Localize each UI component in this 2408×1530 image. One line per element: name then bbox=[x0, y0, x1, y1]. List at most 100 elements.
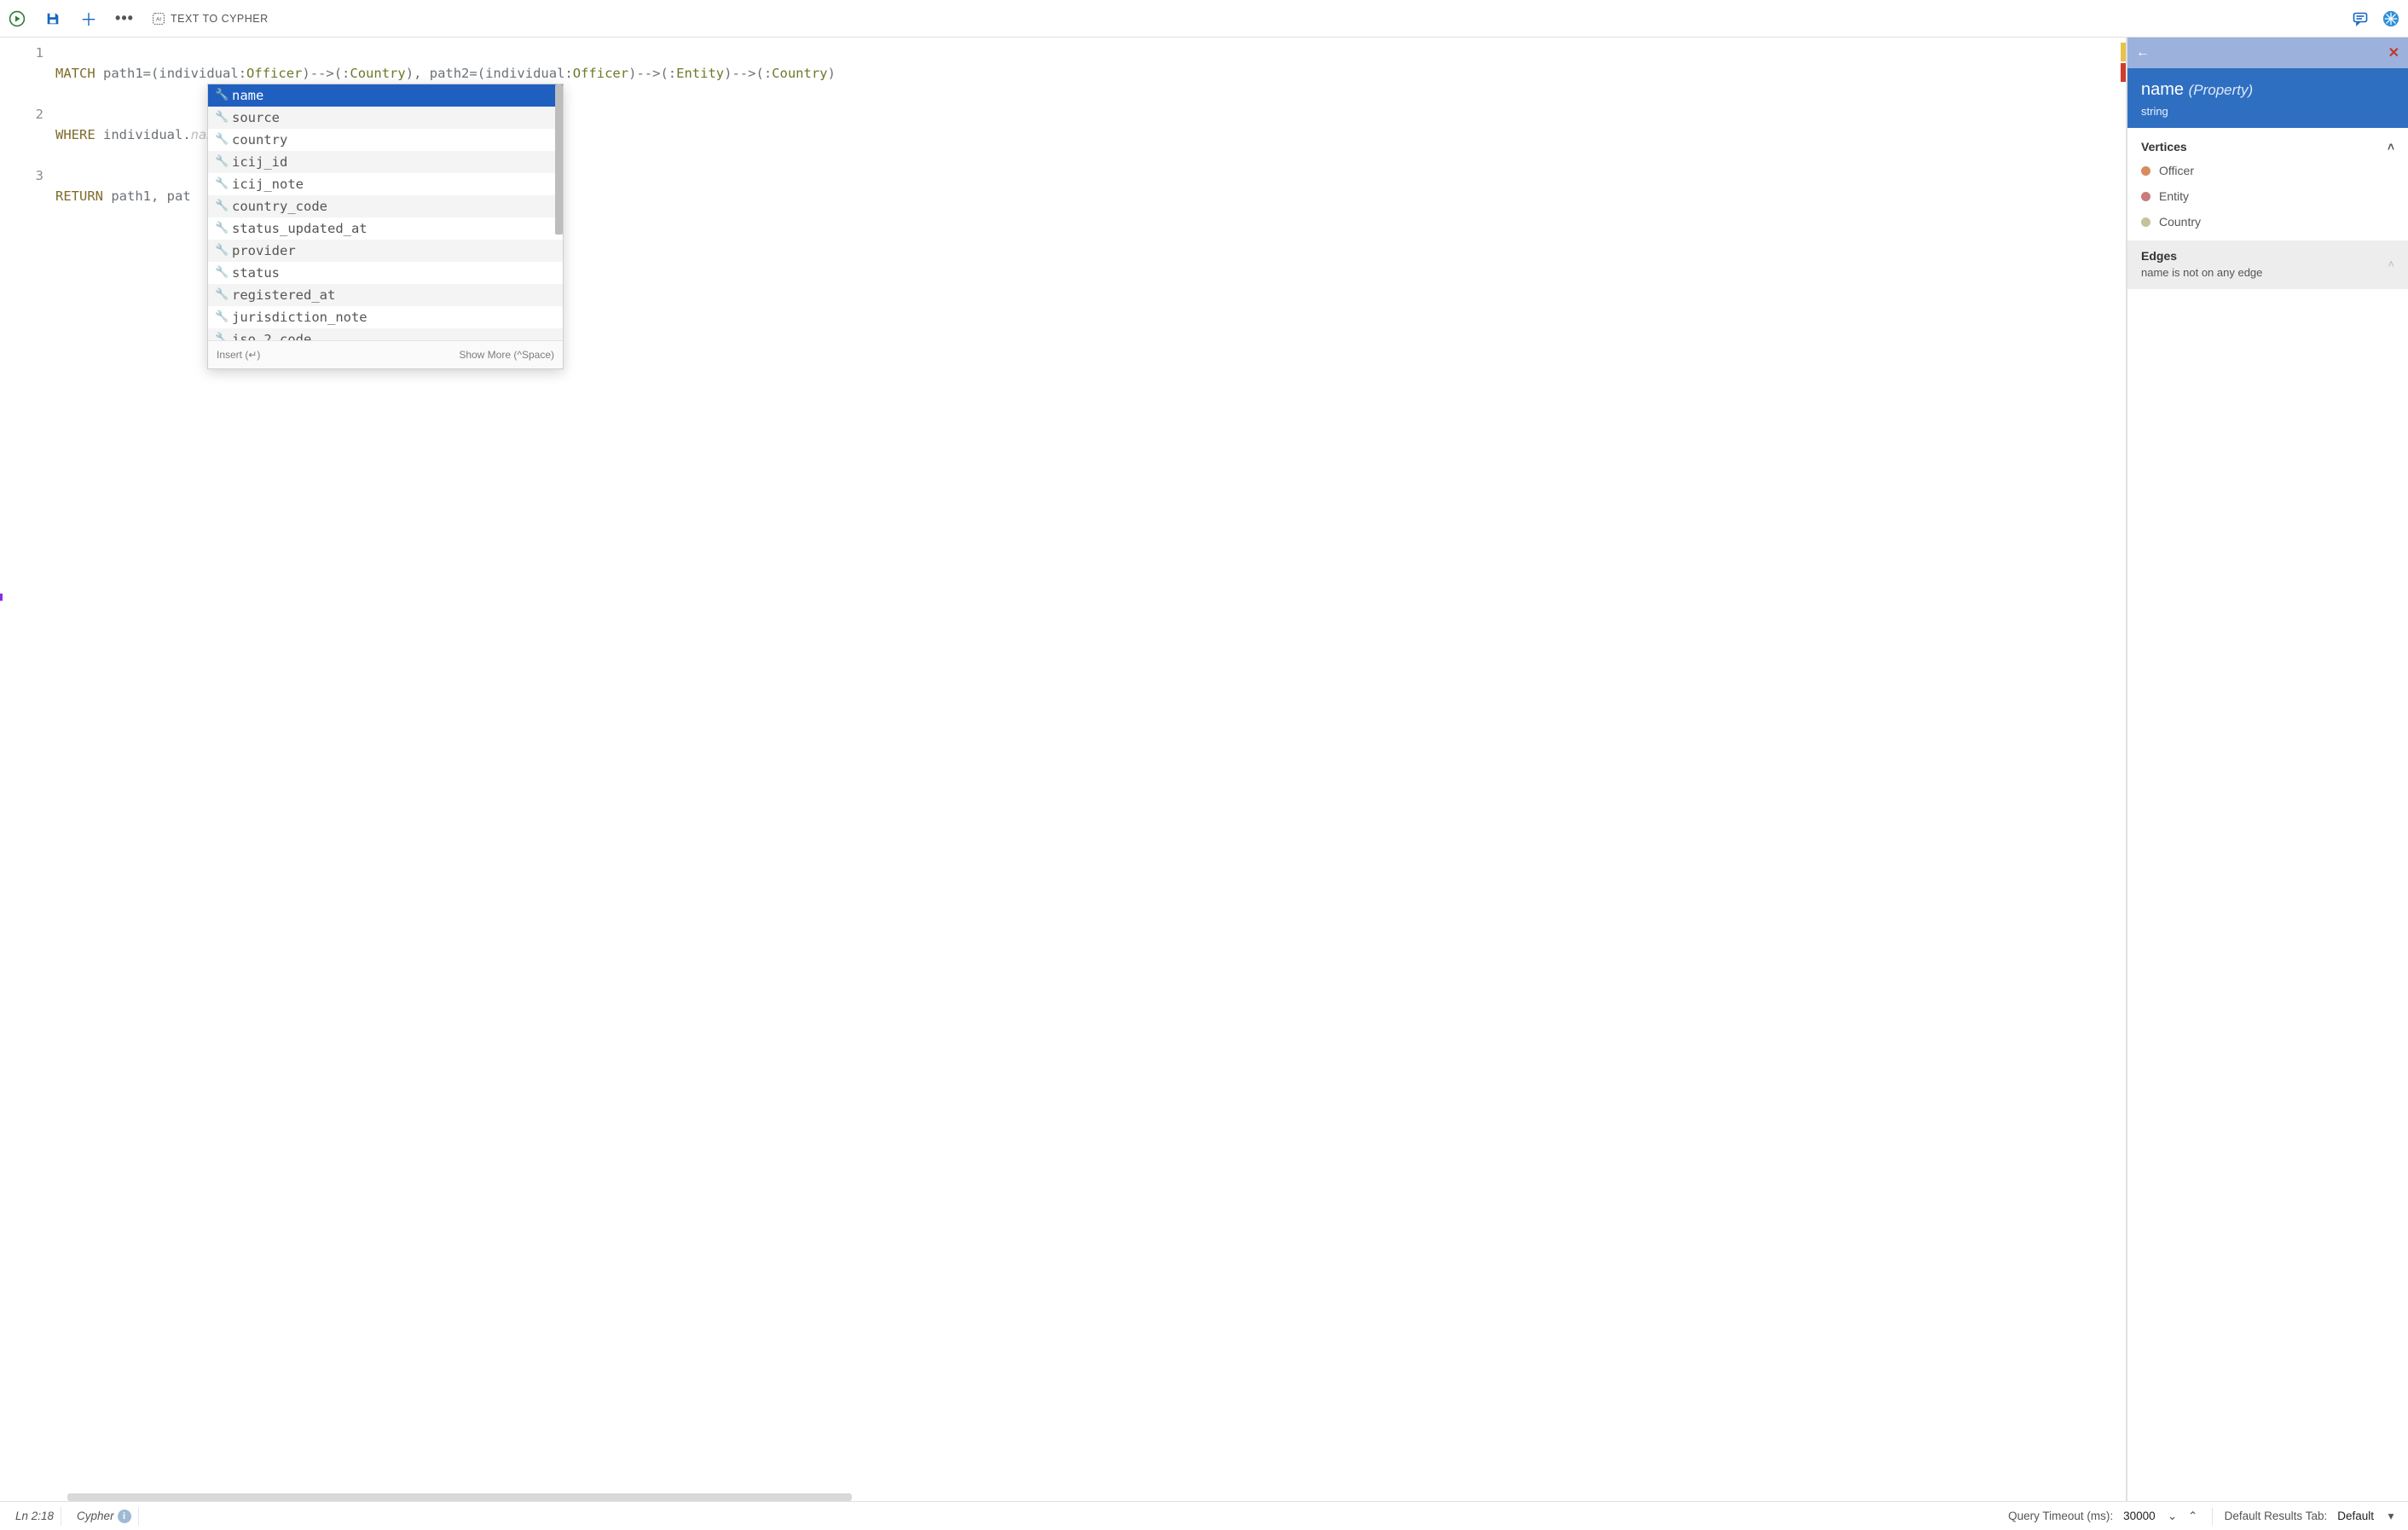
line-number: 3 bbox=[6, 165, 55, 227]
property-icon: 🔧 bbox=[215, 152, 227, 172]
autocomplete-item[interactable]: 🔧country_code bbox=[208, 195, 563, 217]
autocomplete-item-label: name bbox=[232, 85, 263, 106]
autocomplete-hint-insert: Insert (↵) bbox=[217, 345, 260, 365]
autocomplete-item[interactable]: 🔧status bbox=[208, 262, 563, 284]
chevron-up-icon: ˄ bbox=[2388, 140, 2394, 154]
edges-title: Edges bbox=[2141, 249, 2262, 263]
vertex-color-dot bbox=[2141, 192, 2150, 201]
property-panel-topbar: ← ✕ bbox=[2127, 38, 2408, 68]
status-bar: Ln 2:18 Cypher i Query Timeout (ms): 300… bbox=[0, 1501, 2408, 1530]
chevron-down-icon[interactable]: ⌄ bbox=[2166, 1510, 2179, 1523]
graph-icon[interactable] bbox=[2382, 10, 2399, 27]
divider bbox=[2212, 1508, 2213, 1525]
more-menu-button[interactable]: ••• bbox=[116, 10, 133, 27]
autocomplete-list: 🔧name 🔧source 🔧country 🔧icij_id 🔧icij_no… bbox=[208, 84, 563, 340]
warning-marker bbox=[2121, 43, 2126, 61]
property-title: name (Property) bbox=[2141, 80, 2394, 100]
autocomplete-item[interactable]: 🔧provider bbox=[208, 240, 563, 262]
property-icon: 🔧 bbox=[215, 285, 227, 305]
property-icon: 🔧 bbox=[215, 263, 227, 283]
autocomplete-footer: Insert (↵) Show More (^Space) bbox=[208, 340, 563, 368]
new-button[interactable]: ＋ bbox=[80, 10, 97, 27]
property-icon: 🔧 bbox=[215, 85, 227, 106]
autocomplete-item[interactable]: 🔧registered_at bbox=[208, 284, 563, 306]
vertices-title: Vertices bbox=[2141, 140, 2187, 154]
property-icon: 🔧 bbox=[215, 218, 227, 239]
property-panel-header: name (Property) string bbox=[2127, 68, 2408, 128]
edges-note: name is not on any edge bbox=[2141, 266, 2262, 279]
property-icon: 🔧 bbox=[215, 107, 227, 128]
property-icon: 🔧 bbox=[215, 241, 227, 261]
edges-section[interactable]: Edges name is not on any edge ˄ bbox=[2127, 241, 2408, 289]
close-button[interactable]: ✕ bbox=[2388, 44, 2399, 61]
autocomplete-item-label: status_updated_at bbox=[232, 218, 368, 239]
vertex-label: Entity bbox=[2159, 189, 2189, 203]
language-mode[interactable]: Cypher i bbox=[70, 1507, 139, 1526]
autocomplete-item[interactable]: 🔧source bbox=[208, 107, 563, 129]
property-icon: 🔧 bbox=[215, 196, 227, 217]
main-area: 1 MATCH path1=(individual:Officer)-->(:C… bbox=[0, 38, 2408, 1501]
autocomplete-item-label: country_code bbox=[232, 196, 327, 217]
vertex-color-dot bbox=[2141, 166, 2150, 176]
chevron-up-icon[interactable]: ⌃ bbox=[2186, 1510, 2200, 1523]
editor-panel: 1 MATCH path1=(individual:Officer)-->(:C… bbox=[6, 38, 2127, 1501]
left-gutter-stripe bbox=[0, 38, 6, 1501]
text-to-cypher-button[interactable]: AI TEXT TO CYPHER bbox=[152, 12, 269, 26]
autocomplete-item[interactable]: 🔧name bbox=[208, 84, 563, 107]
query-timeout-value[interactable]: 30000 bbox=[2120, 1510, 2159, 1522]
autocomplete-item[interactable]: 🔧status_updated_at bbox=[208, 217, 563, 240]
text-to-cypher-label: TEXT TO CYPHER bbox=[171, 13, 269, 25]
autocomplete-item[interactable]: 🔧 iso_2_code bbox=[208, 328, 563, 340]
query-timeout-label: Query Timeout (ms): bbox=[2008, 1510, 2113, 1522]
save-button[interactable] bbox=[44, 10, 61, 27]
toolbar: ＋ ••• AI TEXT TO CYPHER bbox=[0, 0, 2408, 38]
autocomplete-item-label: status bbox=[232, 263, 280, 283]
ai-icon: AI bbox=[152, 12, 165, 26]
chevron-up-icon: ˄ bbox=[2388, 258, 2394, 270]
error-marker bbox=[2121, 63, 2126, 82]
vertex-item[interactable]: Officer bbox=[2141, 164, 2394, 177]
autocomplete-item-label: country bbox=[232, 130, 287, 150]
autocomplete-item-label: provider bbox=[232, 241, 296, 261]
autocomplete-item[interactable]: 🔧jurisdiction_note bbox=[208, 306, 563, 328]
vertex-label: Country bbox=[2159, 215, 2201, 229]
autocomplete-item[interactable]: 🔧country bbox=[208, 129, 563, 151]
horizontal-scrollbar[interactable] bbox=[6, 1493, 2126, 1501]
autocomplete-item-label: registered_at bbox=[232, 285, 335, 305]
comments-icon[interactable] bbox=[2352, 10, 2369, 27]
scrollbar-thumb[interactable] bbox=[555, 84, 563, 235]
results-tab-value[interactable]: Default bbox=[2334, 1510, 2377, 1522]
property-icon: 🔧 bbox=[215, 329, 227, 340]
line-number: 1 bbox=[6, 43, 55, 104]
code-editor[interactable]: 1 MATCH path1=(individual:Officer)-->(:C… bbox=[6, 38, 2126, 1493]
run-button[interactable] bbox=[9, 10, 26, 27]
cursor-position: Ln 2:18 bbox=[9, 1507, 61, 1526]
info-icon[interactable]: i bbox=[118, 1510, 131, 1523]
vertex-color-dot bbox=[2141, 217, 2150, 227]
vertex-item[interactable]: Country bbox=[2141, 215, 2394, 229]
line-number: 2 bbox=[6, 104, 55, 165]
property-icon: 🔧 bbox=[215, 307, 227, 327]
property-icon: 🔧 bbox=[215, 174, 227, 194]
results-tab-label: Default Results Tab: bbox=[2225, 1510, 2328, 1522]
autocomplete-item-label: source bbox=[232, 107, 280, 128]
back-button[interactable]: ← bbox=[2136, 45, 2150, 61]
dropdown-icon[interactable]: ▾ bbox=[2384, 1510, 2398, 1523]
autocomplete-item[interactable]: 🔧icij_note bbox=[208, 173, 563, 195]
vertices-list: Officer Entity Country bbox=[2127, 160, 2408, 241]
vertex-item[interactable]: Entity bbox=[2141, 189, 2394, 203]
svg-text:AI: AI bbox=[156, 16, 161, 22]
property-type: string bbox=[2141, 105, 2394, 118]
autocomplete-item-label: icij_id bbox=[232, 152, 287, 172]
autocomplete-item-label: iso_2_code bbox=[232, 329, 311, 340]
autocomplete-hint-more: Show More (^Space) bbox=[459, 345, 554, 365]
property-panel: ← ✕ name (Property) string Vertices ˄ Of… bbox=[2127, 38, 2408, 1501]
autocomplete-item-label: icij_note bbox=[232, 174, 304, 194]
scrollbar-thumb[interactable] bbox=[67, 1493, 852, 1501]
autocomplete-item-label: jurisdiction_note bbox=[232, 307, 368, 327]
autocomplete-popup: 🔧name 🔧source 🔧country 🔧icij_id 🔧icij_no… bbox=[207, 84, 564, 369]
property-icon: 🔧 bbox=[215, 130, 227, 150]
vertices-section-header[interactable]: Vertices ˄ bbox=[2127, 128, 2408, 160]
vertex-label: Officer bbox=[2159, 164, 2194, 177]
autocomplete-item[interactable]: 🔧icij_id bbox=[208, 151, 563, 173]
